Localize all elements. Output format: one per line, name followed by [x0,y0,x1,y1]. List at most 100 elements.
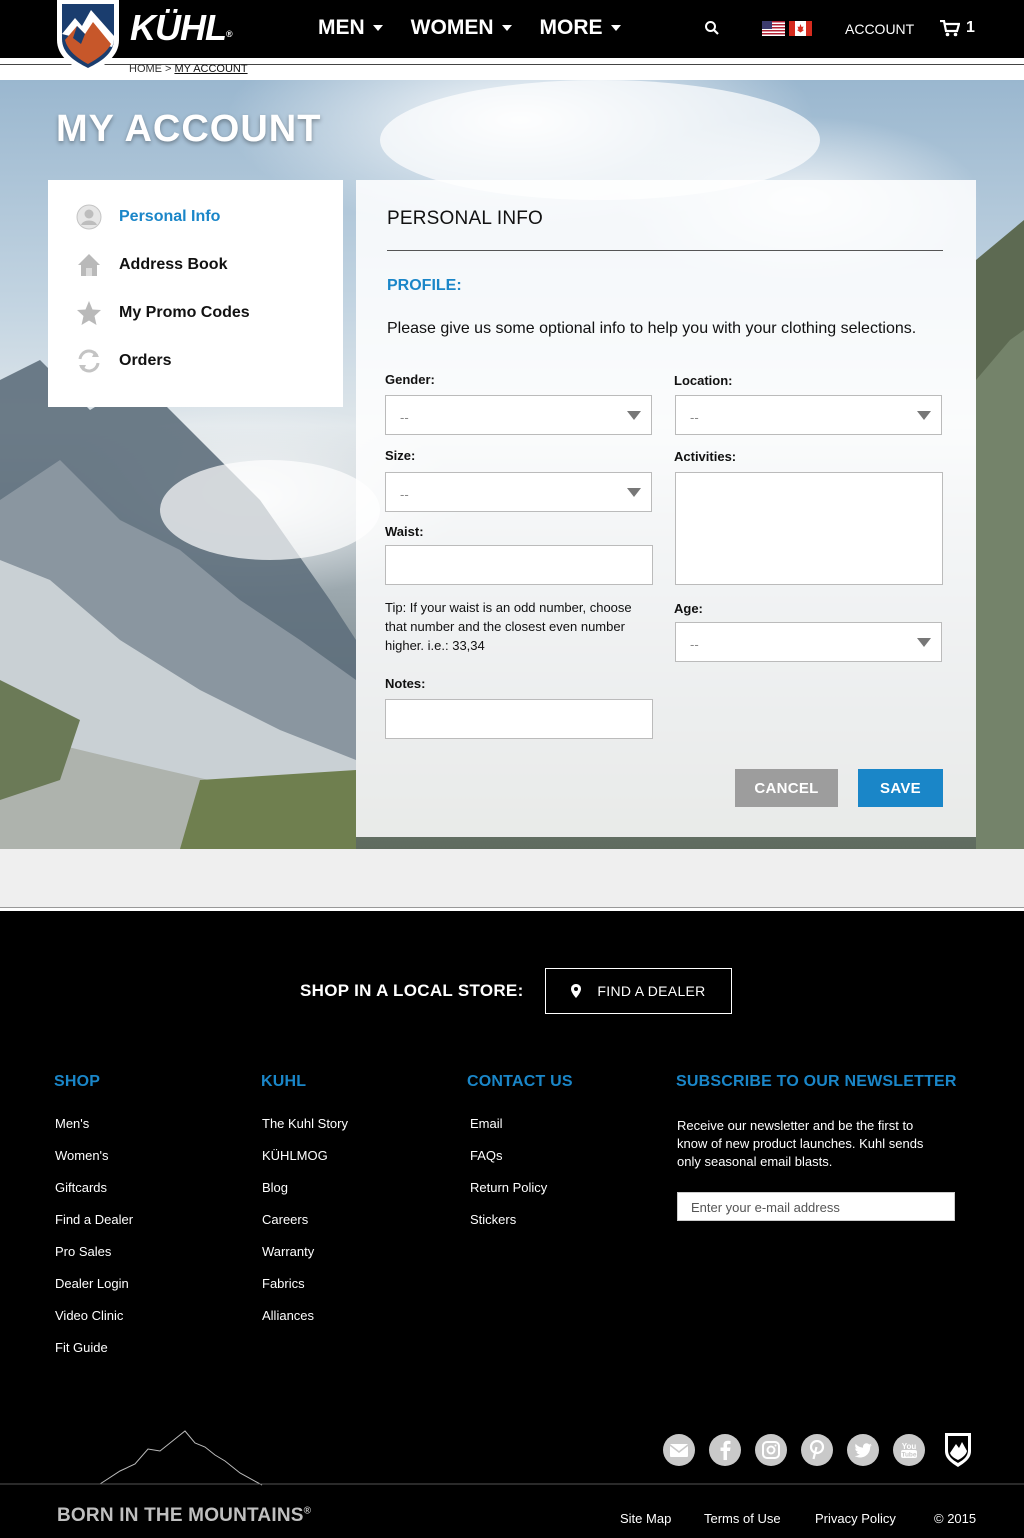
age-label: Age: [674,601,703,616]
sidebar-item-label: Personal Info [119,208,221,225]
breadcrumb-home[interactable]: HOME [129,63,162,75]
waist-input[interactable] [385,545,653,585]
site-footer: SHOP IN A LOCAL STORE: FIND A DEALER SHO… [0,914,1024,1538]
nav-more[interactable]: MORE [540,16,621,40]
content-spacer [0,849,1024,911]
size-select[interactable]: -- [385,472,652,512]
sidebar-item-orders[interactable]: Orders [76,348,171,374]
footer-link[interactable]: Email [470,1116,547,1148]
footer-tagline: BORN IN THE MOUNTAINS® [57,1505,312,1526]
instagram-icon[interactable] [755,1434,787,1466]
form-title: PERSONAL INFO [387,208,544,229]
account-sidebar: Personal Info Address Book My Promo Code… [48,180,343,407]
search-icon[interactable] [704,20,720,36]
nav-women[interactable]: WOMEN [411,16,512,40]
footer-link[interactable]: Dealer Login [55,1276,133,1308]
activities-label: Activities: [674,449,737,464]
pinterest-icon[interactable] [801,1434,833,1466]
hero-background: MY ACCOUNT Personal Info Address Book My… [0,80,1024,849]
footer-link[interactable]: Return Policy [470,1180,547,1212]
chevron-down-icon [372,25,383,31]
breadcrumb-current[interactable]: MY ACCOUNT [174,63,247,75]
footer-link[interactable]: Giftcards [55,1180,133,1212]
account-link[interactable]: ACCOUNT [845,21,914,37]
activities-field[interactable] [675,472,943,585]
waist-label: Waist: [385,524,424,539]
form-divider [387,250,943,251]
local-store-label: SHOP IN A LOCAL STORE: [300,981,524,1000]
cart-button[interactable]: 1 [940,19,975,37]
location-label: Location: [674,373,733,388]
footer-link[interactable]: FAQs [470,1148,547,1180]
footer-link[interactable]: Fit Guide [55,1340,133,1372]
us-flag-icon[interactable] [762,21,785,36]
twitter-icon[interactable] [847,1434,879,1466]
footer-kuhl-title: KUHL [261,1073,307,1090]
footer-link[interactable]: Men's [55,1116,133,1148]
footer-kuhl-links: The Kuhl Story KÜHLMOG Blog Careers Warr… [262,1116,348,1340]
sidebar-item-label: My Promo Codes [119,304,250,321]
location-select[interactable]: -- [675,395,942,435]
footer-link[interactable]: Pro Sales [55,1244,133,1276]
footer-link[interactable]: Fabrics [262,1276,348,1308]
newsletter-title: SUBSCRIBE TO OUR NEWSLETTER [676,1073,957,1090]
copyright: © 2015 [934,1511,977,1526]
gender-select[interactable]: -- [385,395,652,435]
canada-flag-icon[interactable] [789,21,812,36]
age-select[interactable]: -- [675,622,942,662]
cart-count: 1 [966,19,975,36]
footer-shop-title: SHOP [54,1073,101,1090]
cart-icon [940,19,960,36]
footer-link[interactable]: Stickers [470,1212,547,1244]
save-button[interactable]: SAVE [858,769,943,807]
svg-text:You: You [902,1442,917,1451]
sidebar-item-promo-codes[interactable]: My Promo Codes [76,300,250,326]
footer-link[interactable]: The Kuhl Story [262,1116,348,1148]
kuhl-shield-logo-icon[interactable] [55,0,121,74]
star-icon [76,300,102,326]
brand-wordmark[interactable]: KÜHL® [130,6,233,50]
footer-contact-title: CONTACT US [467,1073,573,1090]
sidebar-item-address-book[interactable]: Address Book [76,252,227,278]
country-selector [762,21,812,36]
newsletter-email-input[interactable]: Enter your e-mail address [677,1192,955,1221]
footer-link[interactable]: Warranty [262,1244,348,1276]
footer-link[interactable]: Careers [262,1212,348,1244]
refresh-icon [76,348,102,374]
profile-heading: PROFILE: [387,277,462,294]
cancel-button[interactable]: CANCEL [735,769,838,807]
footer-link[interactable]: Find a Dealer [55,1212,133,1244]
find-dealer-button[interactable]: FIND A DEALER [545,968,732,1014]
nav-men[interactable]: MEN [318,16,383,40]
main-nav: MEN WOMEN MORE [318,16,649,40]
sidebar-item-personal-info[interactable]: Personal Info [76,204,220,230]
footer-link[interactable]: Alliances [262,1308,348,1340]
personal-info-form: PERSONAL INFO PROFILE: Please give us so… [356,180,976,837]
gender-label: Gender: [385,372,435,387]
newsletter-text: Receive our newsletter and be the first … [677,1118,924,1169]
breadcrumb: HOME > MY ACCOUNT [129,63,248,75]
home-icon [76,252,102,278]
kuhl-shield-icon[interactable] [944,1433,972,1467]
user-icon [76,204,102,230]
footer-link[interactable]: Women's [55,1148,133,1180]
footer-link[interactable]: Video Clinic [55,1308,133,1340]
sidebar-item-label: Orders [119,352,172,369]
youtube-icon[interactable]: You Tube [893,1434,925,1466]
terms-link[interactable]: Terms of Use [704,1511,781,1526]
footer-link[interactable]: Blog [262,1180,348,1212]
size-label: Size: [385,448,416,463]
facebook-icon[interactable] [709,1434,741,1466]
site-map-link[interactable]: Site Map [620,1511,671,1526]
privacy-link[interactable]: Privacy Policy [815,1511,896,1526]
email-icon[interactable] [663,1434,695,1466]
page-title: MY ACCOUNT [56,108,322,150]
chevron-down-icon [610,25,621,31]
chevron-down-icon [501,25,512,31]
footer-shop-links: Men's Women's Giftcards Find a Dealer Pr… [55,1116,133,1372]
notes-input[interactable] [385,699,653,739]
notes-label: Notes: [385,676,426,691]
footer-link[interactable]: KÜHLMOG [262,1148,348,1180]
svg-text:Tube: Tube [901,1452,916,1459]
site-header: KÜHL® MEN WOMEN MORE ACCOUNT 1 [0,0,1024,74]
